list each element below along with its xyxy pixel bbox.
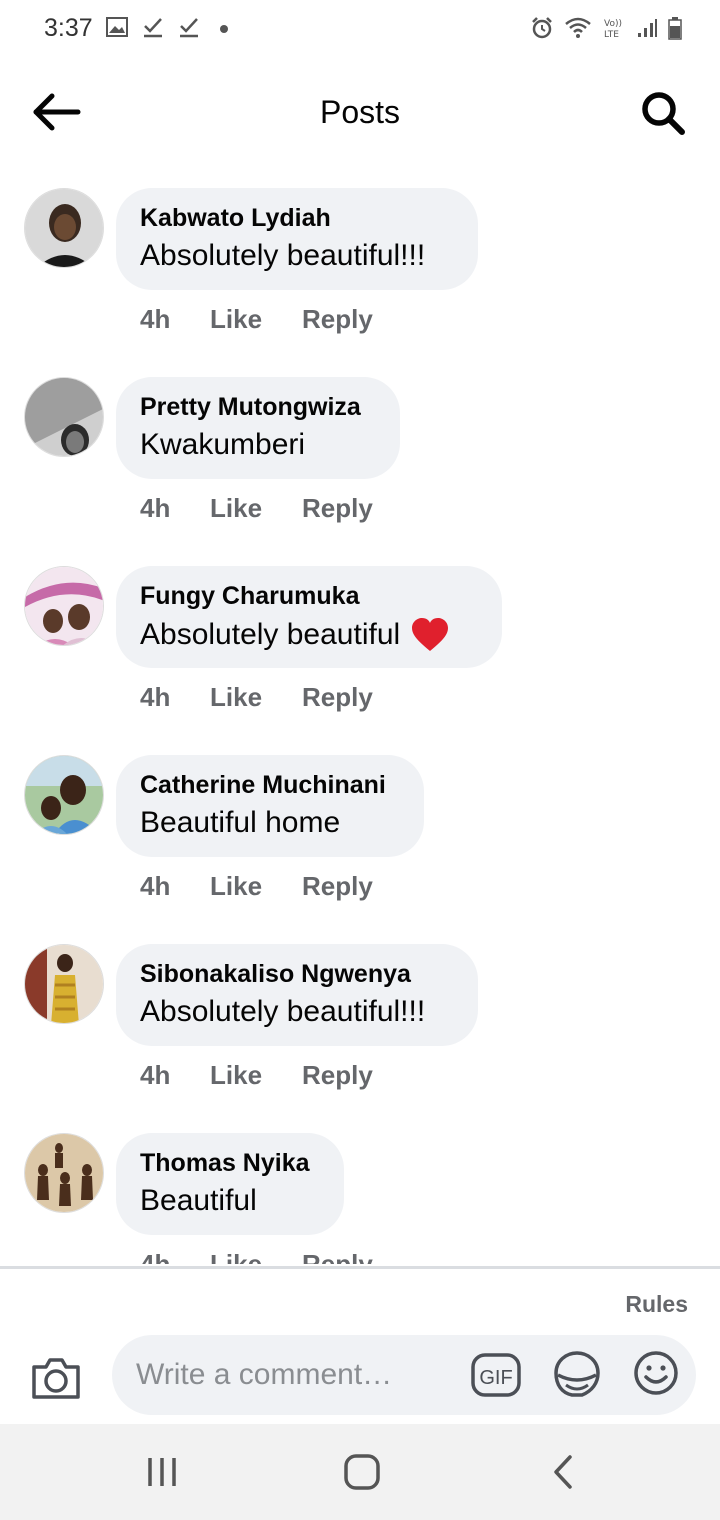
- comment-author[interactable]: Pretty Mutongwiza: [140, 393, 376, 422]
- comment-item: Fungy Charumuka Absolutely beautiful 4h …: [0, 542, 720, 731]
- red-heart-icon: [412, 618, 449, 651]
- sticker-icon[interactable]: [552, 1349, 602, 1399]
- reply-button[interactable]: Reply: [302, 493, 373, 524]
- status-left-icons: [106, 16, 234, 38]
- avatar[interactable]: [24, 188, 104, 268]
- comment-author[interactable]: Catherine Muchinani: [140, 771, 400, 800]
- comment-input[interactable]: [112, 1335, 696, 1415]
- comment-time: 4h: [140, 871, 171, 901]
- system-nav-bar: [0, 1424, 720, 1520]
- comment-actions: 4h Like Reply: [140, 304, 373, 335]
- comment-bubble[interactable]: Catherine Muchinani Beautiful home: [116, 755, 424, 857]
- like-button[interactable]: Like: [210, 304, 302, 335]
- reply-button[interactable]: Reply: [302, 304, 373, 335]
- like-button[interactable]: Like: [210, 1060, 302, 1091]
- like-button[interactable]: Like: [210, 1249, 302, 1264]
- comment-author[interactable]: Thomas Nyika: [140, 1149, 320, 1178]
- comment-time: 4h: [140, 1249, 171, 1264]
- comment-text: Beautiful: [140, 1184, 257, 1217]
- status-bar: 3:37 Vo)) LTE: [0, 0, 720, 60]
- comment-actions: 4h Like Reply: [140, 682, 373, 713]
- comment-time: 4h: [140, 493, 171, 523]
- comment-item: Sibonakaliso Ngwenya Absolutely beautifu…: [0, 920, 720, 1109]
- gif-icon[interactable]: GIF: [470, 1351, 522, 1399]
- avatar[interactable]: [24, 377, 104, 457]
- comments-list: Kabwato Lydiah Absolutely beautiful!!! 4…: [0, 164, 720, 1264]
- comment-item: Catherine Muchinani Beautiful home 4h Li…: [0, 731, 720, 920]
- comment-bubble[interactable]: Thomas Nyika Beautiful: [116, 1133, 344, 1235]
- comment-composer: Rules GIF: [0, 1266, 720, 1424]
- alarm-icon: [532, 17, 552, 39]
- comment-text: Absolutely beautiful!!!: [140, 239, 426, 272]
- comment-author[interactable]: Kabwato Lydiah: [140, 204, 454, 233]
- like-button[interactable]: Like: [210, 682, 302, 713]
- svg-text:LTE: LTE: [604, 30, 619, 40]
- avatar[interactable]: [24, 944, 104, 1024]
- comment-time: 4h: [140, 1060, 171, 1090]
- svg-text:GIF: GIF: [479, 1367, 512, 1389]
- signal-icon: [638, 19, 657, 37]
- comment-time: 4h: [140, 304, 171, 334]
- comment-time: 4h: [140, 682, 171, 712]
- comment-bubble[interactable]: Kabwato Lydiah Absolutely beautiful!!!: [116, 188, 478, 290]
- comment-author[interactable]: Sibonakaliso Ngwenya: [140, 960, 454, 989]
- comment-text: Kwakumberi: [140, 428, 306, 461]
- dot-icon: [220, 25, 228, 33]
- reply-button[interactable]: Reply: [302, 1249, 373, 1264]
- comment-actions: 4h Like Reply: [140, 1249, 373, 1264]
- reply-button[interactable]: Reply: [302, 1060, 373, 1091]
- svg-text:Vo)): Vo)): [604, 19, 622, 29]
- check-icon: [144, 18, 162, 38]
- comment-bubble[interactable]: Sibonakaliso Ngwenya Absolutely beautifu…: [116, 944, 478, 1046]
- status-time: 3:37: [44, 14, 93, 42]
- battery-icon: [668, 17, 682, 40]
- comment-actions: 4h Like Reply: [140, 1060, 373, 1091]
- home-icon[interactable]: [342, 1452, 382, 1492]
- search-icon[interactable]: [640, 90, 686, 136]
- comment-item: Kabwato Lydiah Absolutely beautiful!!! 4…: [0, 164, 720, 353]
- smiley-icon[interactable]: [632, 1349, 680, 1397]
- comment-actions: 4h Like Reply: [140, 493, 373, 524]
- like-button[interactable]: Like: [210, 871, 302, 902]
- volte-icon: Vo))LTE: [604, 19, 622, 40]
- back-icon[interactable]: [544, 1452, 584, 1492]
- reply-button[interactable]: Reply: [302, 871, 373, 902]
- rules-link[interactable]: Rules: [625, 1291, 688, 1318]
- reply-button[interactable]: Reply: [302, 682, 373, 713]
- wifi-icon: [565, 17, 591, 38]
- avatar[interactable]: [24, 1133, 104, 1213]
- check-icon: [180, 18, 198, 38]
- page-title: Posts: [319, 94, 401, 130]
- comment-bubble[interactable]: Fungy Charumuka Absolutely beautiful: [116, 566, 502, 668]
- comment-item: Pretty Mutongwiza Kwakumberi 4h Like Rep…: [0, 353, 720, 542]
- recent-apps-icon[interactable]: [142, 1452, 182, 1492]
- comment-bubble[interactable]: Pretty Mutongwiza Kwakumberi: [116, 377, 400, 479]
- comment-actions: 4h Like Reply: [140, 871, 373, 902]
- comment-text: Absolutely beautiful: [140, 618, 401, 651]
- comment-text: Beautiful home: [140, 806, 341, 839]
- like-button[interactable]: Like: [210, 493, 302, 524]
- avatar[interactable]: [24, 566, 104, 646]
- comment-text: Absolutely beautiful!!!: [140, 995, 426, 1028]
- comment-author[interactable]: Fungy Charumuka: [140, 582, 478, 611]
- header: Posts: [0, 60, 720, 164]
- avatar[interactable]: [24, 755, 104, 835]
- status-right-icons: Vo)) LTE: [530, 16, 682, 40]
- camera-icon[interactable]: [30, 1355, 82, 1401]
- image-icon: [106, 17, 128, 37]
- comment-item: Thomas Nyika Beautiful 4h Like Reply: [0, 1109, 720, 1264]
